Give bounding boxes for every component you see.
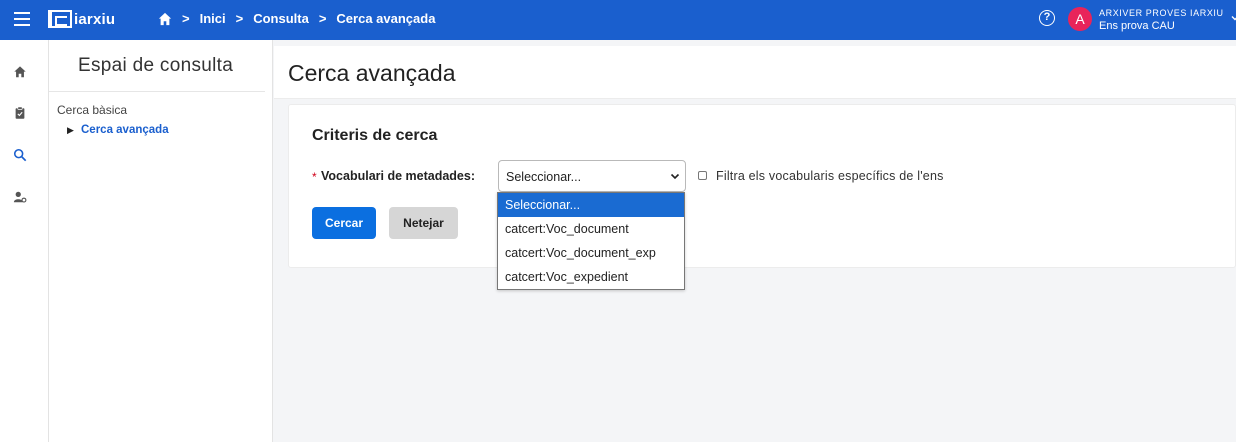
chevron-down-icon[interactable]	[1231, 14, 1236, 22]
clipboard-icon[interactable]	[13, 106, 27, 120]
dropdown-option[interactable]: catcert:Voc_expedient	[498, 265, 684, 289]
dropdown-option[interactable]: catcert:Voc_document_exp	[498, 241, 684, 265]
vocab-select[interactable]: Seleccionar...	[498, 160, 686, 192]
search-criteria-card: Criteris de cerca * Vocabulari de metada…	[288, 104, 1236, 268]
avatar[interactable]: A	[1068, 7, 1092, 31]
filter-checkbox-label[interactable]: Filtra els vocabularis específics de l'e…	[716, 169, 944, 183]
logo-mark-icon	[48, 10, 72, 28]
nav-rail	[0, 40, 49, 442]
divider	[49, 91, 265, 92]
side-item-cerca-basica[interactable]: Cerca bàsica	[57, 103, 127, 117]
help-icon[interactable]: ?	[1039, 10, 1055, 26]
search-icon[interactable]	[13, 148, 27, 162]
logo-text: iarxiu	[74, 10, 116, 28]
dropdown-option[interactable]: Seleccionar...	[498, 193, 684, 217]
breadcrumb-separator: >	[182, 11, 190, 26]
user-organization[interactable]: Ens prova CAU	[1099, 20, 1175, 32]
breadcrumb-cerca-avancada: Cerca avançada	[336, 11, 436, 26]
breadcrumb-separator: >	[235, 11, 244, 26]
required-marker: *	[312, 170, 317, 184]
top-bar: iarxiu > Inici > Consulta > Cerca avança…	[0, 0, 1236, 40]
home-icon[interactable]	[158, 12, 172, 26]
vocab-select-value: Seleccionar...	[506, 170, 582, 184]
side-item-cerca-avancada[interactable]: Cerca avançada	[81, 124, 169, 136]
page-header: Cerca avançada	[274, 46, 1236, 99]
section-title: Criteris de cerca	[312, 127, 438, 144]
dropdown-option[interactable]: catcert:Voc_document	[498, 217, 684, 241]
filter-checkbox[interactable]	[698, 171, 707, 180]
breadcrumb-consulta[interactable]: Consulta	[253, 11, 309, 26]
menu-icon[interactable]	[14, 12, 30, 26]
home-icon[interactable]	[13, 65, 27, 79]
user-name[interactable]: ARXIVER PROVES IARXIU	[1099, 8, 1224, 18]
search-button[interactable]: Cercar	[312, 207, 376, 239]
breadcrumb: > Inici > Consulta > Cerca avançada	[158, 11, 435, 26]
chevron-down-icon	[670, 173, 680, 180]
consult-side-panel: Espai de consulta Cerca bàsica ▶ Cerca a…	[49, 40, 273, 442]
vocab-dropdown-list: Seleccionar... catcert:Voc_document catc…	[497, 192, 685, 290]
breadcrumb-separator: >	[318, 11, 327, 26]
page-title: Cerca avançada	[288, 60, 456, 86]
caret-right-icon: ▶	[67, 125, 74, 135]
clear-button[interactable]: Netejar	[389, 207, 458, 239]
vocab-label: Vocabulari de metadades:	[321, 169, 475, 183]
app-logo[interactable]: iarxiu	[48, 9, 115, 29]
side-panel-title: Espai de consulta	[78, 55, 234, 76]
user-settings-icon[interactable]	[13, 190, 27, 204]
breadcrumb-inici[interactable]: Inici	[200, 11, 226, 26]
